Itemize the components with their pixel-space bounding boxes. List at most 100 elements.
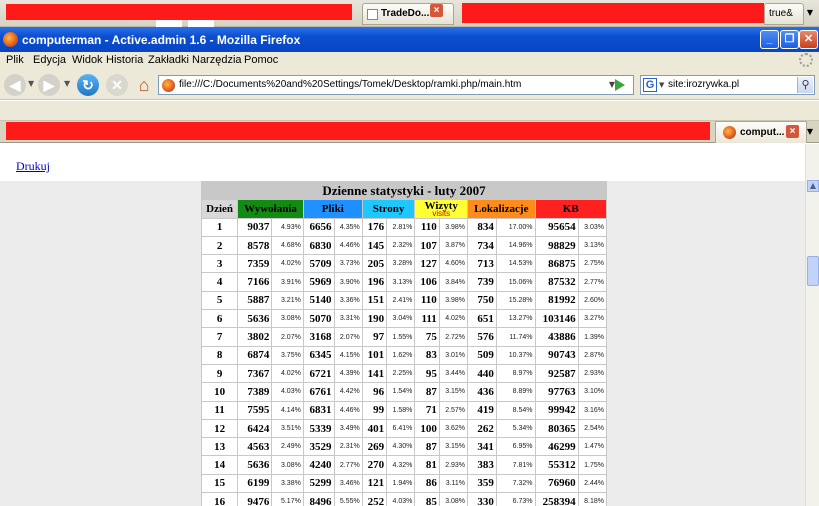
cell-files: 5070 (302, 309, 335, 329)
cell-visits: 107 (414, 235, 440, 256)
cell-calls-pct: 3.21% (271, 290, 304, 311)
google-icon[interactable]: G (643, 78, 657, 92)
cell-pages: 145 (361, 235, 388, 256)
cell-visits: 100 (414, 418, 440, 439)
cell-files-pct: 3.46% (333, 473, 363, 494)
close-icon[interactable]: × (430, 4, 443, 17)
cell-loc-pct: 15.28% (495, 290, 536, 311)
menu-zakladki[interactable]: Zakładki (148, 54, 189, 66)
tab-list-dropdown-icon[interactable]: ▼ (803, 123, 817, 141)
cell-pages-pct: 1.94% (386, 473, 416, 494)
table-row: 9 7367 4.02% 6721 4.39% 141 2.25% 95 3.44% 440 8.9… (200, 363, 608, 384)
cell-day: 2 (200, 235, 239, 256)
cell-files: 5299 (302, 473, 335, 494)
cell-visits-pct: 3.98% (438, 290, 469, 311)
menu-bar: Plik Edycja Widok Historia Zakładki Narz… (0, 52, 819, 70)
cell-calls: 7595 (237, 400, 273, 420)
tab-true[interactable]: true& (764, 3, 804, 25)
cell-calls: 6874 (237, 345, 273, 365)
home-icon[interactable]: ⌂ (133, 74, 155, 96)
search-icon[interactable]: ⚲ (797, 77, 813, 93)
cell-kb: 76960 (534, 473, 579, 494)
url-bar[interactable]: file:///C:/Documents%20and%20Settings/To… (158, 75, 634, 95)
scroll-thumb[interactable] (807, 256, 819, 286)
cell-pages: 205 (361, 254, 388, 274)
cell-loc: 750 (467, 290, 497, 311)
table-body: 1 9037 4.93% 6656 4.35% 176 2.81% 110 3.98% 834 17… (200, 217, 608, 506)
cell-visits-pct: 2.72% (438, 327, 469, 347)
cell-kb: 43886 (534, 327, 579, 347)
cell-files: 8496 (302, 492, 335, 506)
cell-calls: 7389 (237, 382, 273, 402)
tab-list-dropdown-icon[interactable]: ▼ (803, 4, 817, 22)
cell-files-pct: 3.73% (333, 254, 363, 274)
table-row: 14 5636 3.08% 4240 2.77% 270 4.32% 81 2.93% 383 7.… (200, 455, 608, 475)
header-pages: Strony (361, 199, 416, 219)
search-bar[interactable]: G ▼ site:irozrywka.pl ⚲ (640, 75, 815, 95)
print-link[interactable]: Drukuj (16, 159, 50, 174)
cell-day: 4 (200, 272, 239, 292)
stop-icon[interactable]: ✕ (106, 74, 128, 96)
cell-loc-pct: 7.32% (495, 473, 536, 494)
cell-files: 5969 (302, 272, 335, 292)
cell-kb: 258394 (534, 492, 579, 506)
cell-calls-pct: 3.08% (271, 455, 304, 475)
close-button[interactable]: ✕ (799, 30, 818, 49)
cell-visits: 83 (414, 345, 440, 365)
menu-narzedzia[interactable]: Narzędzia (192, 54, 242, 66)
table-row: 2 8578 4.68% 6830 4.46% 145 2.32% 107 3.87% 734 14… (200, 235, 608, 256)
cell-calls: 5636 (237, 455, 273, 475)
cell-loc: 419 (467, 400, 497, 420)
cell-pages: 196 (361, 272, 388, 292)
back-history-dropdown-icon[interactable]: ▼ (28, 79, 34, 88)
cell-pages-pct: 4.03% (386, 492, 416, 506)
cell-kb: 97763 (534, 382, 579, 402)
cell-calls-pct: 3.91% (271, 272, 304, 292)
cell-pages: 101 (361, 345, 388, 365)
cell-day: 13 (200, 437, 239, 457)
reload-icon[interactable]: ↻ (77, 74, 99, 96)
table-row: 5 5887 3.21% 5140 3.36% 151 2.41% 110 3.98% 750 15… (200, 290, 608, 311)
bookmarks-toolbar (0, 101, 819, 121)
table-row: 8 6874 3.75% 6345 4.15% 101 1.62% 83 3.01% 509 10.… (200, 345, 608, 365)
cell-files: 6721 (302, 363, 335, 384)
scroll-up-icon[interactable]: ▲ (807, 180, 819, 192)
menu-historia[interactable]: Historia (106, 54, 143, 66)
cell-loc: 383 (467, 455, 497, 475)
search-engine-dropdown-icon[interactable]: ▼ (659, 81, 664, 89)
cell-loc: 330 (467, 492, 497, 506)
cell-visits: 86 (414, 473, 440, 494)
cell-loc: 341 (467, 437, 497, 457)
cell-loc-pct: 6.95% (495, 437, 536, 457)
table-row: 6 5636 3.08% 5070 3.31% 190 3.04% 111 4.02% 651 13… (200, 309, 608, 329)
search-input[interactable]: site:irozrywka.pl (668, 79, 739, 90)
table-row: 3 7359 4.02% 5709 3.73% 205 3.28% 127 4.60% 713 14… (200, 254, 608, 274)
cell-kb-pct: 2.60% (577, 290, 608, 311)
cell-loc-pct: 11.74% (495, 327, 536, 347)
go-arrow-icon[interactable] (615, 79, 625, 91)
cell-pages: 97 (361, 327, 388, 347)
cell-loc: 436 (467, 382, 497, 402)
header-visits: Wizyty visits (414, 199, 469, 219)
vertical-scrollbar[interactable]: ▲ (805, 144, 819, 506)
maximize-button[interactable]: ❐ (780, 30, 799, 49)
cell-files-pct: 3.49% (333, 418, 363, 439)
cell-loc-pct: 8.54% (495, 400, 536, 420)
cell-calls-pct: 4.02% (271, 363, 304, 384)
tab-favicon-icon (723, 126, 736, 139)
cell-files: 5339 (302, 418, 335, 439)
cell-kb-pct: 1.47% (577, 437, 608, 457)
back-arrow-icon[interactable]: ◀ (4, 74, 26, 96)
cell-visits-pct: 3.08% (438, 492, 469, 506)
menu-pomoc[interactable]: Pomoc (244, 54, 278, 66)
table-row: 1 9037 4.93% 6656 4.35% 176 2.81% 110 3.98% 834 17… (200, 217, 608, 237)
forward-arrow-icon[interactable]: ▶ (38, 74, 60, 96)
menu-plik[interactable]: Plik (6, 54, 24, 66)
minimize-button[interactable]: _ (760, 30, 779, 49)
menu-widok[interactable]: Widok (72, 54, 103, 66)
cell-kb-pct: 3.10% (577, 382, 608, 402)
forward-history-dropdown-icon[interactable]: ▼ (64, 79, 70, 88)
close-tab-icon[interactable]: × (786, 125, 799, 138)
cell-loc: 834 (467, 217, 497, 237)
menu-edycja[interactable]: Edycja (33, 54, 66, 66)
